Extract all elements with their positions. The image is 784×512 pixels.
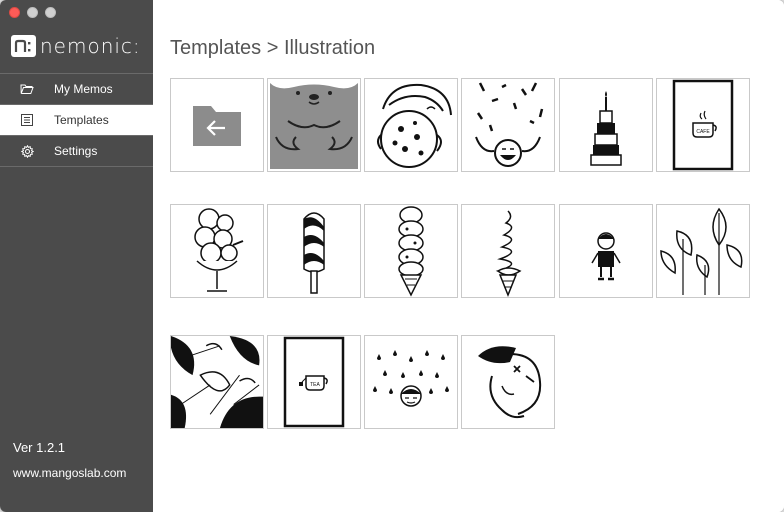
logo-mark-icon (11, 35, 36, 57)
main-content: Templates > Illustration CAFE TEA (153, 0, 784, 512)
sidebar-item-settings[interactable]: Settings (0, 136, 153, 167)
app-window: nemonic: My Memos Templates Settings Ver… (0, 0, 784, 512)
logo-wordmark: nemonic: (40, 34, 141, 58)
folder-icon (19, 82, 35, 96)
sidebar: nemonic: My Memos Templates Settings Ver… (0, 0, 153, 512)
coffee-cup-icon: CAFE (672, 79, 734, 171)
popsicle-icon (303, 212, 325, 294)
sidebar-item-my-memos[interactable]: My Memos (0, 74, 153, 105)
coffee-cup-label: CAFE (696, 129, 710, 135)
template-birthday-cake[interactable] (559, 78, 653, 172)
back-folder-icon (193, 106, 241, 146)
ice-cream-cone-icon (398, 206, 424, 297)
sidebar-item-label: Settings (54, 144, 98, 158)
template-boy[interactable] (559, 204, 653, 298)
minimize-window-button[interactable] (27, 7, 38, 18)
sidebar-item-templates[interactable]: Templates (0, 105, 153, 136)
template-bear[interactable] (267, 78, 361, 172)
birthday-cake-icon (590, 91, 622, 166)
close-window-button[interactable] (9, 7, 20, 18)
template-confetti-face[interactable] (461, 78, 555, 172)
bear-illustration-icon (270, 83, 358, 169)
template-popsicle[interactable] (267, 204, 361, 298)
girl-cookie-icon (377, 83, 452, 168)
template-ice-cream-cone[interactable] (364, 204, 458, 298)
template-girl-cookie[interactable] (364, 78, 458, 172)
template-tea-cup[interactable]: TEA (267, 335, 361, 429)
tea-cup-label: TEA (310, 382, 320, 388)
confetti-face-icon (475, 82, 544, 167)
soft-serve-icon (495, 210, 522, 297)
version-label: Ver 1.2.1 (13, 440, 66, 455)
zoom-window-button[interactable] (45, 7, 56, 18)
leaves-icon (660, 207, 743, 295)
rain-face-icon (373, 350, 449, 407)
angry-face-icon (478, 346, 542, 419)
gear-icon (19, 144, 35, 158)
template-angry-face[interactable] (461, 335, 555, 429)
sidebar-nav: My Memos Templates Settings (0, 73, 153, 167)
template-back-folder[interactable] (170, 78, 264, 172)
template-tropical-pattern[interactable] (170, 335, 264, 429)
app-logo: nemonic: (11, 34, 141, 58)
website-link[interactable]: www.mangoslab.com (13, 466, 126, 480)
template-soft-serve[interactable] (461, 204, 555, 298)
ice-cream-sundae-icon (194, 208, 244, 292)
tea-cup-icon: TEA (283, 336, 345, 428)
template-rain-face[interactable] (364, 335, 458, 429)
list-icon (19, 113, 35, 127)
template-coffee-cup[interactable]: CAFE (656, 78, 750, 172)
sidebar-item-label: My Memos (54, 82, 113, 96)
sidebar-item-label: Templates (54, 113, 109, 127)
tropical-pattern-icon (171, 336, 263, 428)
boy-icon (591, 232, 621, 281)
page-title: Templates > Illustration (170, 37, 376, 59)
window-controls (9, 7, 56, 18)
template-ice-cream-sundae[interactable] (170, 204, 264, 298)
template-leaves[interactable] (656, 204, 750, 298)
